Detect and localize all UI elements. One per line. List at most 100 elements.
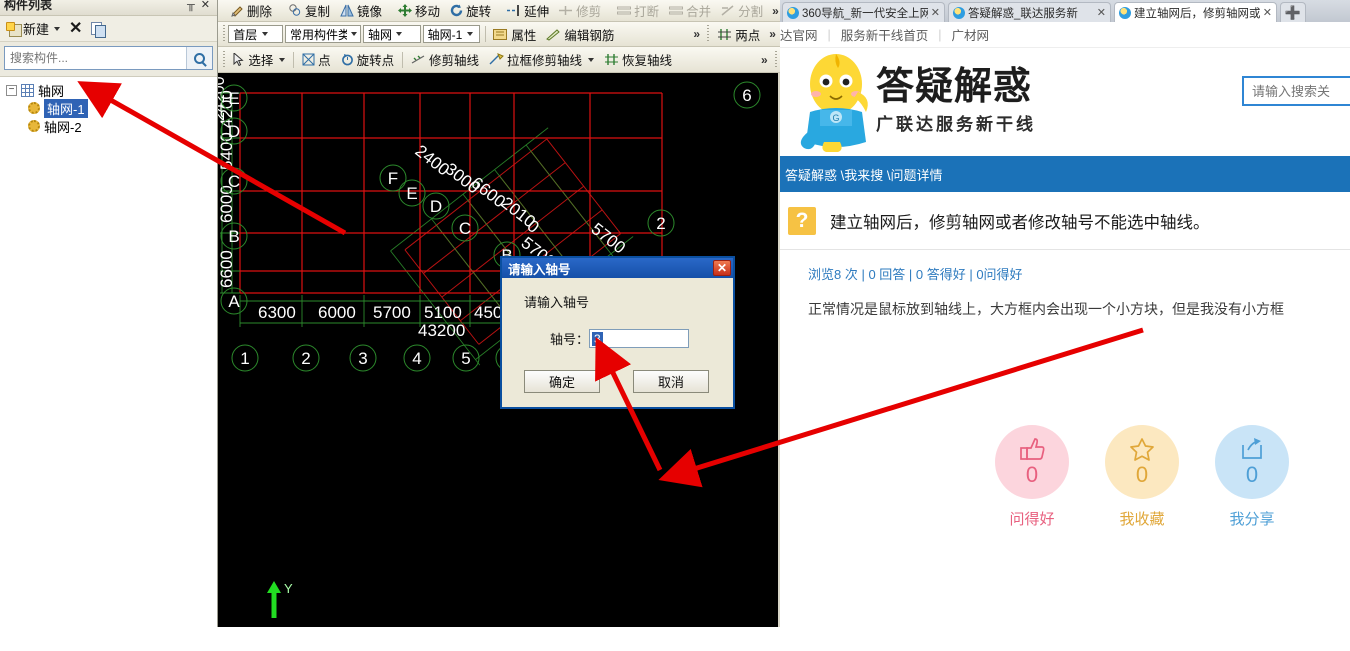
combo-element[interactable]: 轴网-1 bbox=[422, 25, 480, 43]
tab-title: 360导航_新一代安全上网 bbox=[802, 7, 928, 20]
row-label-B: B bbox=[228, 227, 239, 246]
tab-title: 答疑解惑_联达服务新 bbox=[968, 7, 1078, 20]
toolbar-rotate[interactable]: 旋转 bbox=[445, 1, 496, 21]
tree-item-axis-2[interactable]: 轴网-2 bbox=[6, 117, 217, 135]
stat-favorite[interactable]: 0 我收藏 bbox=[1105, 425, 1179, 529]
tab-title: 建立轴网后，修剪轴网或 bbox=[1134, 7, 1260, 20]
breadcrumb-text: 答疑解惑 \我来搜 \问题详情 bbox=[785, 167, 943, 183]
browser-window: 360导航_新一代安全上网 ✕ 答疑解惑_联达服务新 ✕ 建立轴网后，修剪轴网或… bbox=[780, 0, 1350, 627]
collapse-icon[interactable]: − bbox=[6, 84, 17, 96]
site-header: G 答疑解惑 广联达服务新干线 广东常见问题 bbox=[780, 48, 1350, 156]
dim-h-2: 5700 bbox=[373, 303, 411, 322]
toolbar-rotate-point-label: 旋转点 bbox=[356, 54, 395, 68]
toolbar-grip[interactable] bbox=[774, 50, 777, 69]
nav-link-materials[interactable]: 广材网 bbox=[952, 25, 990, 44]
new-component-button[interactable]: 新建 bbox=[6, 19, 61, 38]
toolbar-delete[interactable]: 删除 bbox=[226, 1, 277, 21]
search-input[interactable] bbox=[5, 48, 186, 68]
toolbar-move-label: 移动 bbox=[415, 5, 441, 19]
rot-label-F: F bbox=[388, 169, 398, 188]
browser-tab-0[interactable]: 360导航_新一代安全上网 ✕ bbox=[782, 2, 945, 22]
toolbar2b-overflow-button[interactable]: » bbox=[765, 27, 780, 41]
gear-icon bbox=[28, 120, 40, 132]
gear-icon bbox=[28, 102, 40, 114]
dim-h-3: 5100 bbox=[424, 303, 462, 322]
browser-tab-2[interactable]: 建立轴网后，修剪轴网或 ✕ bbox=[1114, 2, 1277, 22]
toolbar-mirror-label: 镜像 bbox=[357, 5, 383, 19]
dialog-title-bar[interactable]: 请输入轴号 ✕ bbox=[502, 258, 733, 278]
toolbar-two-point[interactable]: 两点 bbox=[712, 24, 765, 44]
axis-number-input[interactable]: 3 bbox=[589, 329, 690, 348]
logo-sub-text: 广联达服务新干线 bbox=[876, 115, 1036, 134]
toolbar-trim-axis[interactable]: 修剪轴线 bbox=[406, 50, 484, 70]
close-icon[interactable]: ✕ bbox=[713, 260, 731, 276]
toolbar2-overflow-button[interactable]: » bbox=[689, 27, 704, 41]
toolbar-extend[interactable]: 延伸 bbox=[502, 1, 554, 21]
nav-link-home[interactable]: 服务新干线首页 bbox=[841, 25, 929, 44]
properties-icon bbox=[493, 28, 508, 40]
toolbar-rotate-point[interactable]: 旋转点 bbox=[336, 50, 400, 70]
panel-toolbar: 新建 ✕ bbox=[0, 16, 217, 42]
toolbar-restore-axis[interactable]: 恢复轴线 bbox=[599, 50, 677, 70]
new-tab-button[interactable]: ➕ bbox=[1280, 2, 1306, 22]
close-icon[interactable]: ✕ bbox=[928, 6, 940, 19]
toolbar-grip[interactable] bbox=[223, 25, 226, 43]
restore-axis-icon bbox=[604, 54, 618, 65]
toolbar-move[interactable]: 移动 bbox=[393, 1, 445, 21]
stat-good-question[interactable]: 0 问得好 bbox=[995, 425, 1069, 529]
toolbar-mirror[interactable]: 镜像 bbox=[335, 1, 387, 21]
trim-axis-icon bbox=[411, 55, 425, 64]
grid-icon bbox=[21, 83, 34, 97]
combo-element-value: 轴网-1 bbox=[427, 27, 463, 42]
toolbar-select-label: 选择 bbox=[248, 54, 274, 68]
delete-component-button[interactable]: ✕ bbox=[69, 20, 82, 37]
dim-v-total: 24200 bbox=[218, 76, 228, 121]
toolbar-point[interactable]: 点 bbox=[297, 50, 336, 70]
toolbar-edit-rebar[interactable]: 编辑钢筋 bbox=[541, 24, 619, 44]
toolbar-copy-label: 复制 bbox=[305, 5, 331, 19]
question-mark-icon: ? bbox=[788, 206, 816, 235]
axis-number-field-row: 轴号： 3 bbox=[550, 329, 733, 348]
toolbar-rotate-label: 旋转 bbox=[466, 5, 492, 19]
toolbar-extend-label: 延伸 bbox=[524, 5, 550, 19]
nav-link-official[interactable]: 达官网 bbox=[780, 25, 818, 44]
ok-button[interactable]: 确定 bbox=[524, 370, 600, 393]
dim-v-0: 6600 bbox=[218, 250, 236, 288]
close-icon[interactable]: ✕ bbox=[198, 0, 213, 11]
combo-floor[interactable]: 首层 bbox=[228, 25, 283, 43]
chevron-down-icon bbox=[347, 32, 358, 36]
toolbar-grip[interactable] bbox=[223, 50, 226, 69]
browser-tab-1[interactable]: 答疑解惑_联达服务新 ✕ bbox=[948, 2, 1111, 22]
toolbar3-overflow-button[interactable]: » bbox=[757, 53, 772, 67]
dim-h-0: 6300 bbox=[258, 303, 296, 322]
toolbar-grip[interactable] bbox=[707, 25, 710, 43]
site-search-input[interactable] bbox=[1244, 79, 1350, 103]
question-stats: 0 问得好 0 我收藏 0 我分享 bbox=[995, 425, 1289, 529]
axis-tools-toolbar: 选择 点 旋转点 修剪轴线 拉框修剪轴线 恢复轴线 » bbox=[218, 47, 780, 73]
pin-icon[interactable]: ╥ bbox=[184, 0, 198, 11]
stat-count: 0 bbox=[1025, 461, 1039, 487]
tree-root-axis-network[interactable]: − 轴网 bbox=[6, 81, 217, 99]
tree-item-axis-1[interactable]: 轴网-1 bbox=[6, 98, 217, 118]
close-icon[interactable]: ✕ bbox=[1094, 6, 1106, 19]
copy-component-button[interactable] bbox=[91, 21, 107, 38]
toolbar-select[interactable]: 选择 bbox=[228, 50, 290, 70]
cancel-button[interactable]: 取消 bbox=[633, 370, 709, 393]
mirror-icon bbox=[340, 4, 354, 17]
toolbar-split: 分割 bbox=[716, 1, 768, 21]
axis-number-label: 轴号： bbox=[550, 332, 590, 347]
stat-share[interactable]: 0 我分享 bbox=[1215, 425, 1289, 529]
site-logo: 答疑解惑 广联达服务新干线 bbox=[876, 66, 1036, 135]
toolbar-properties[interactable]: 属性 bbox=[488, 24, 541, 44]
tree-root-label: 轴网 bbox=[38, 83, 65, 99]
toolbar-box-trim-axis[interactable]: 拉框修剪轴线 bbox=[484, 50, 599, 70]
search-button[interactable] bbox=[186, 47, 212, 69]
toolbar-copy[interactable]: 复制 bbox=[283, 1, 335, 21]
close-icon[interactable]: ✕ bbox=[1260, 6, 1272, 19]
combo-component-type[interactable]: 常用构件类 bbox=[284, 25, 361, 43]
row-label-D: D bbox=[228, 122, 240, 141]
thumbs-up-icon bbox=[1020, 437, 1045, 460]
combo-category[interactable]: 轴网 bbox=[362, 25, 421, 43]
browser-tab-strip: 360导航_新一代安全上网 ✕ 答疑解惑_联达服务新 ✕ 建立轴网后，修剪轴网或… bbox=[780, 0, 1350, 22]
split-icon bbox=[721, 5, 734, 16]
